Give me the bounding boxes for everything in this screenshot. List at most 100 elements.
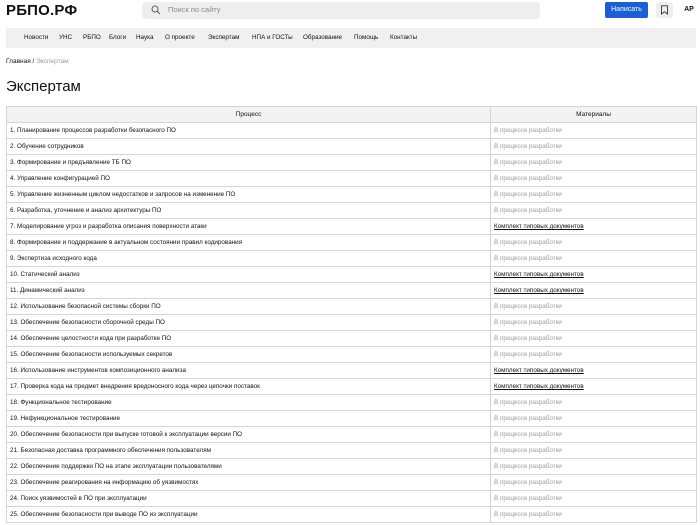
process-cell: 21. Безопасная доставка программного обе…: [6, 442, 491, 459]
table-row: 14. Обеспечение целостности кода при раз…: [6, 330, 697, 347]
search-placeholder: Поиск по сайту: [168, 5, 221, 14]
process-cell: 14. Обеспечение целостности кода при раз…: [6, 330, 491, 347]
nav-item-uns[interactable]: УНС: [59, 28, 72, 48]
column-header-process: Процесс: [6, 106, 491, 123]
documents-link[interactable]: Комплект типовых документов: [494, 383, 584, 390]
process-cell: 2. Обучение сотрудников: [6, 138, 491, 155]
materials-cell: В процессе разработки: [490, 426, 697, 443]
process-cell: 18. Функциональное тестирование: [6, 394, 491, 411]
top-bar: РБПО.РФ Поиск по сайту Написать АР: [0, 0, 700, 22]
materials-cell: Комплект типовых документов: [490, 378, 697, 395]
materials-cell: В процессе разработки: [490, 490, 697, 507]
table-row: 2. Обучение сотрудников В процессе разраб…: [6, 138, 697, 155]
nav-item-rbpo[interactable]: РБПО: [83, 28, 101, 48]
page-title: Экспертам: [6, 78, 81, 95]
table-row: 4. Управление конфигурацией ПО В процессе…: [6, 170, 697, 187]
process-table: Процесс Материалы 1. Планирование процес…: [6, 106, 697, 523]
nav-item-help[interactable]: Помощь: [354, 28, 378, 48]
process-cell: 24. Поиск уязвимостей в ПО при эксплуата…: [6, 490, 491, 507]
bookmark-icon: [661, 5, 668, 15]
table-row: 19. Нефункциональное тестирование В проце…: [6, 410, 697, 427]
materials-cell: В процессе разработки: [490, 202, 697, 219]
write-button[interactable]: Написать: [605, 2, 648, 18]
process-cell: 11. Динамический анализ: [6, 282, 491, 299]
documents-link[interactable]: Комплект типовых документов: [494, 367, 584, 374]
table-row: 15. Обеспечение безопасности используемы…: [6, 346, 697, 363]
documents-link[interactable]: Комплект типовых документов: [494, 223, 584, 230]
materials-cell: В процессе разработки: [490, 186, 697, 203]
table-row: 16. Использование инструментов композици…: [6, 362, 697, 379]
materials-cell: Комплект типовых документов: [490, 218, 697, 235]
materials-cell: Комплект типовых документов: [490, 266, 697, 283]
breadcrumb-home[interactable]: Главная: [6, 58, 31, 65]
nav-item-experts[interactable]: Экспертам: [208, 28, 239, 48]
process-cell: 15. Обеспечение безопасности используемы…: [6, 346, 491, 363]
nav-item-contacts[interactable]: Контакты: [390, 28, 417, 48]
materials-cell: В процессе разработки: [490, 298, 697, 315]
materials-cell: В процессе разработки: [490, 234, 697, 251]
main-nav: Новости УНС РБПО Блоги Наука О проекте Э…: [6, 28, 696, 48]
materials-cell: В процессе разработки: [490, 138, 697, 155]
materials-cell: В процессе разработки: [490, 474, 697, 491]
materials-cell: В процессе разработки: [490, 250, 697, 267]
process-cell: 19. Нефункциональное тестирование: [6, 410, 491, 427]
table-row: 12. Использование безопасной системы сбо…: [6, 298, 697, 315]
table-row: 25. Обеспечение безопасности при выводе …: [6, 506, 697, 523]
process-cell: 13. Обеспечение безопасности сборочной с…: [6, 314, 491, 331]
search-input[interactable]: Поиск по сайту: [142, 2, 540, 19]
materials-cell: В процессе разработки: [490, 122, 697, 139]
process-cell: 6. Разработка, уточнение и анализ архите…: [6, 202, 491, 219]
table-row: 17. Проверка кода на предмет внедрения в…: [6, 378, 697, 395]
materials-cell: В процессе разработки: [490, 346, 697, 363]
process-cell: 16. Использование инструментов композици…: [6, 362, 491, 379]
materials-cell: В процессе разработки: [490, 394, 697, 411]
table-row: 20. Обеспечение безопасности при выпуске…: [6, 426, 697, 443]
column-header-materials: Материалы: [490, 106, 697, 123]
breadcrumb-current: Экспертам: [36, 58, 69, 65]
process-cell: 8. Формирование и поддержание в актуальн…: [6, 234, 491, 251]
table-row: 6. Разработка, уточнение и анализ архите…: [6, 202, 697, 219]
materials-cell: В процессе разработки: [490, 330, 697, 347]
nav-item-npa-gost[interactable]: НПА и ГОСТы: [252, 28, 293, 48]
table-row: 18. Функциональное тестирование В процесс…: [6, 394, 697, 411]
materials-cell: В процессе разработки: [490, 170, 697, 187]
nav-item-science[interactable]: Наука: [136, 28, 154, 48]
table-row: 10. Статический анализ Комплект типовых д…: [6, 266, 697, 283]
nav-item-education[interactable]: Образование: [303, 28, 342, 48]
bookmark-button[interactable]: [656, 2, 673, 18]
process-cell: 23. Обеспечение реагирования на информац…: [6, 474, 491, 491]
materials-cell: В процессе разработки: [490, 506, 697, 523]
process-cell: 22. Обеспечение поддержки ПО на этапе эк…: [6, 458, 491, 475]
process-cell: 5. Управление жизненным циклом недостатк…: [6, 186, 491, 203]
table-row: 1. Планирование процессов разработки без…: [6, 122, 697, 139]
materials-cell: Комплект типовых документов: [490, 282, 697, 299]
breadcrumb: Главная / Экспертам: [6, 58, 69, 65]
documents-link[interactable]: Комплект типовых документов: [494, 271, 584, 278]
process-cell: 12. Использование безопасной системы сбо…: [6, 298, 491, 315]
table-header-row: Процесс Материалы: [6, 106, 697, 123]
avatar[interactable]: АР: [680, 2, 698, 18]
materials-cell: Комплект типовых документов: [490, 362, 697, 379]
process-cell: 4. Управление конфигурацией ПО: [6, 170, 491, 187]
documents-link[interactable]: Комплект типовых документов: [494, 287, 584, 294]
process-cell: 20. Обеспечение безопасности при выпуске…: [6, 426, 491, 443]
table-row: 11. Динамический анализ Комплект типовых …: [6, 282, 697, 299]
nav-item-news[interactable]: Новости: [24, 28, 48, 48]
table-row: 7. Моделирование угроз и разработка опис…: [6, 218, 697, 235]
search-icon: [151, 5, 161, 15]
materials-cell: В процессе разработки: [490, 458, 697, 475]
site-logo[interactable]: РБПО.РФ: [6, 2, 77, 19]
process-cell: 17. Проверка кода на предмет внедрения в…: [6, 378, 491, 395]
table-row: 23. Обеспечение реагирования на информац…: [6, 474, 697, 491]
process-cell: 1. Планирование процессов разработки без…: [6, 122, 491, 139]
nav-item-blogs[interactable]: Блоги: [109, 28, 126, 48]
table-row: 9. Экспертиза исходного кода В процессе р…: [6, 250, 697, 267]
process-cell: 25. Обеспечение безопасности при выводе …: [6, 506, 491, 523]
materials-cell: В процессе разработки: [490, 314, 697, 331]
process-cell: 3. Формирование и предъявление ТБ ПО: [6, 154, 491, 171]
table-row: 3. Формирование и предъявление ТБ ПО В пр…: [6, 154, 697, 171]
table-row: 8. Формирование и поддержание в актуальн…: [6, 234, 697, 251]
table-row: 24. Поиск уязвимостей в ПО при эксплуата…: [6, 490, 697, 507]
process-cell: 7. Моделирование угроз и разработка опис…: [6, 218, 491, 235]
nav-item-about[interactable]: О проекте: [165, 28, 195, 48]
